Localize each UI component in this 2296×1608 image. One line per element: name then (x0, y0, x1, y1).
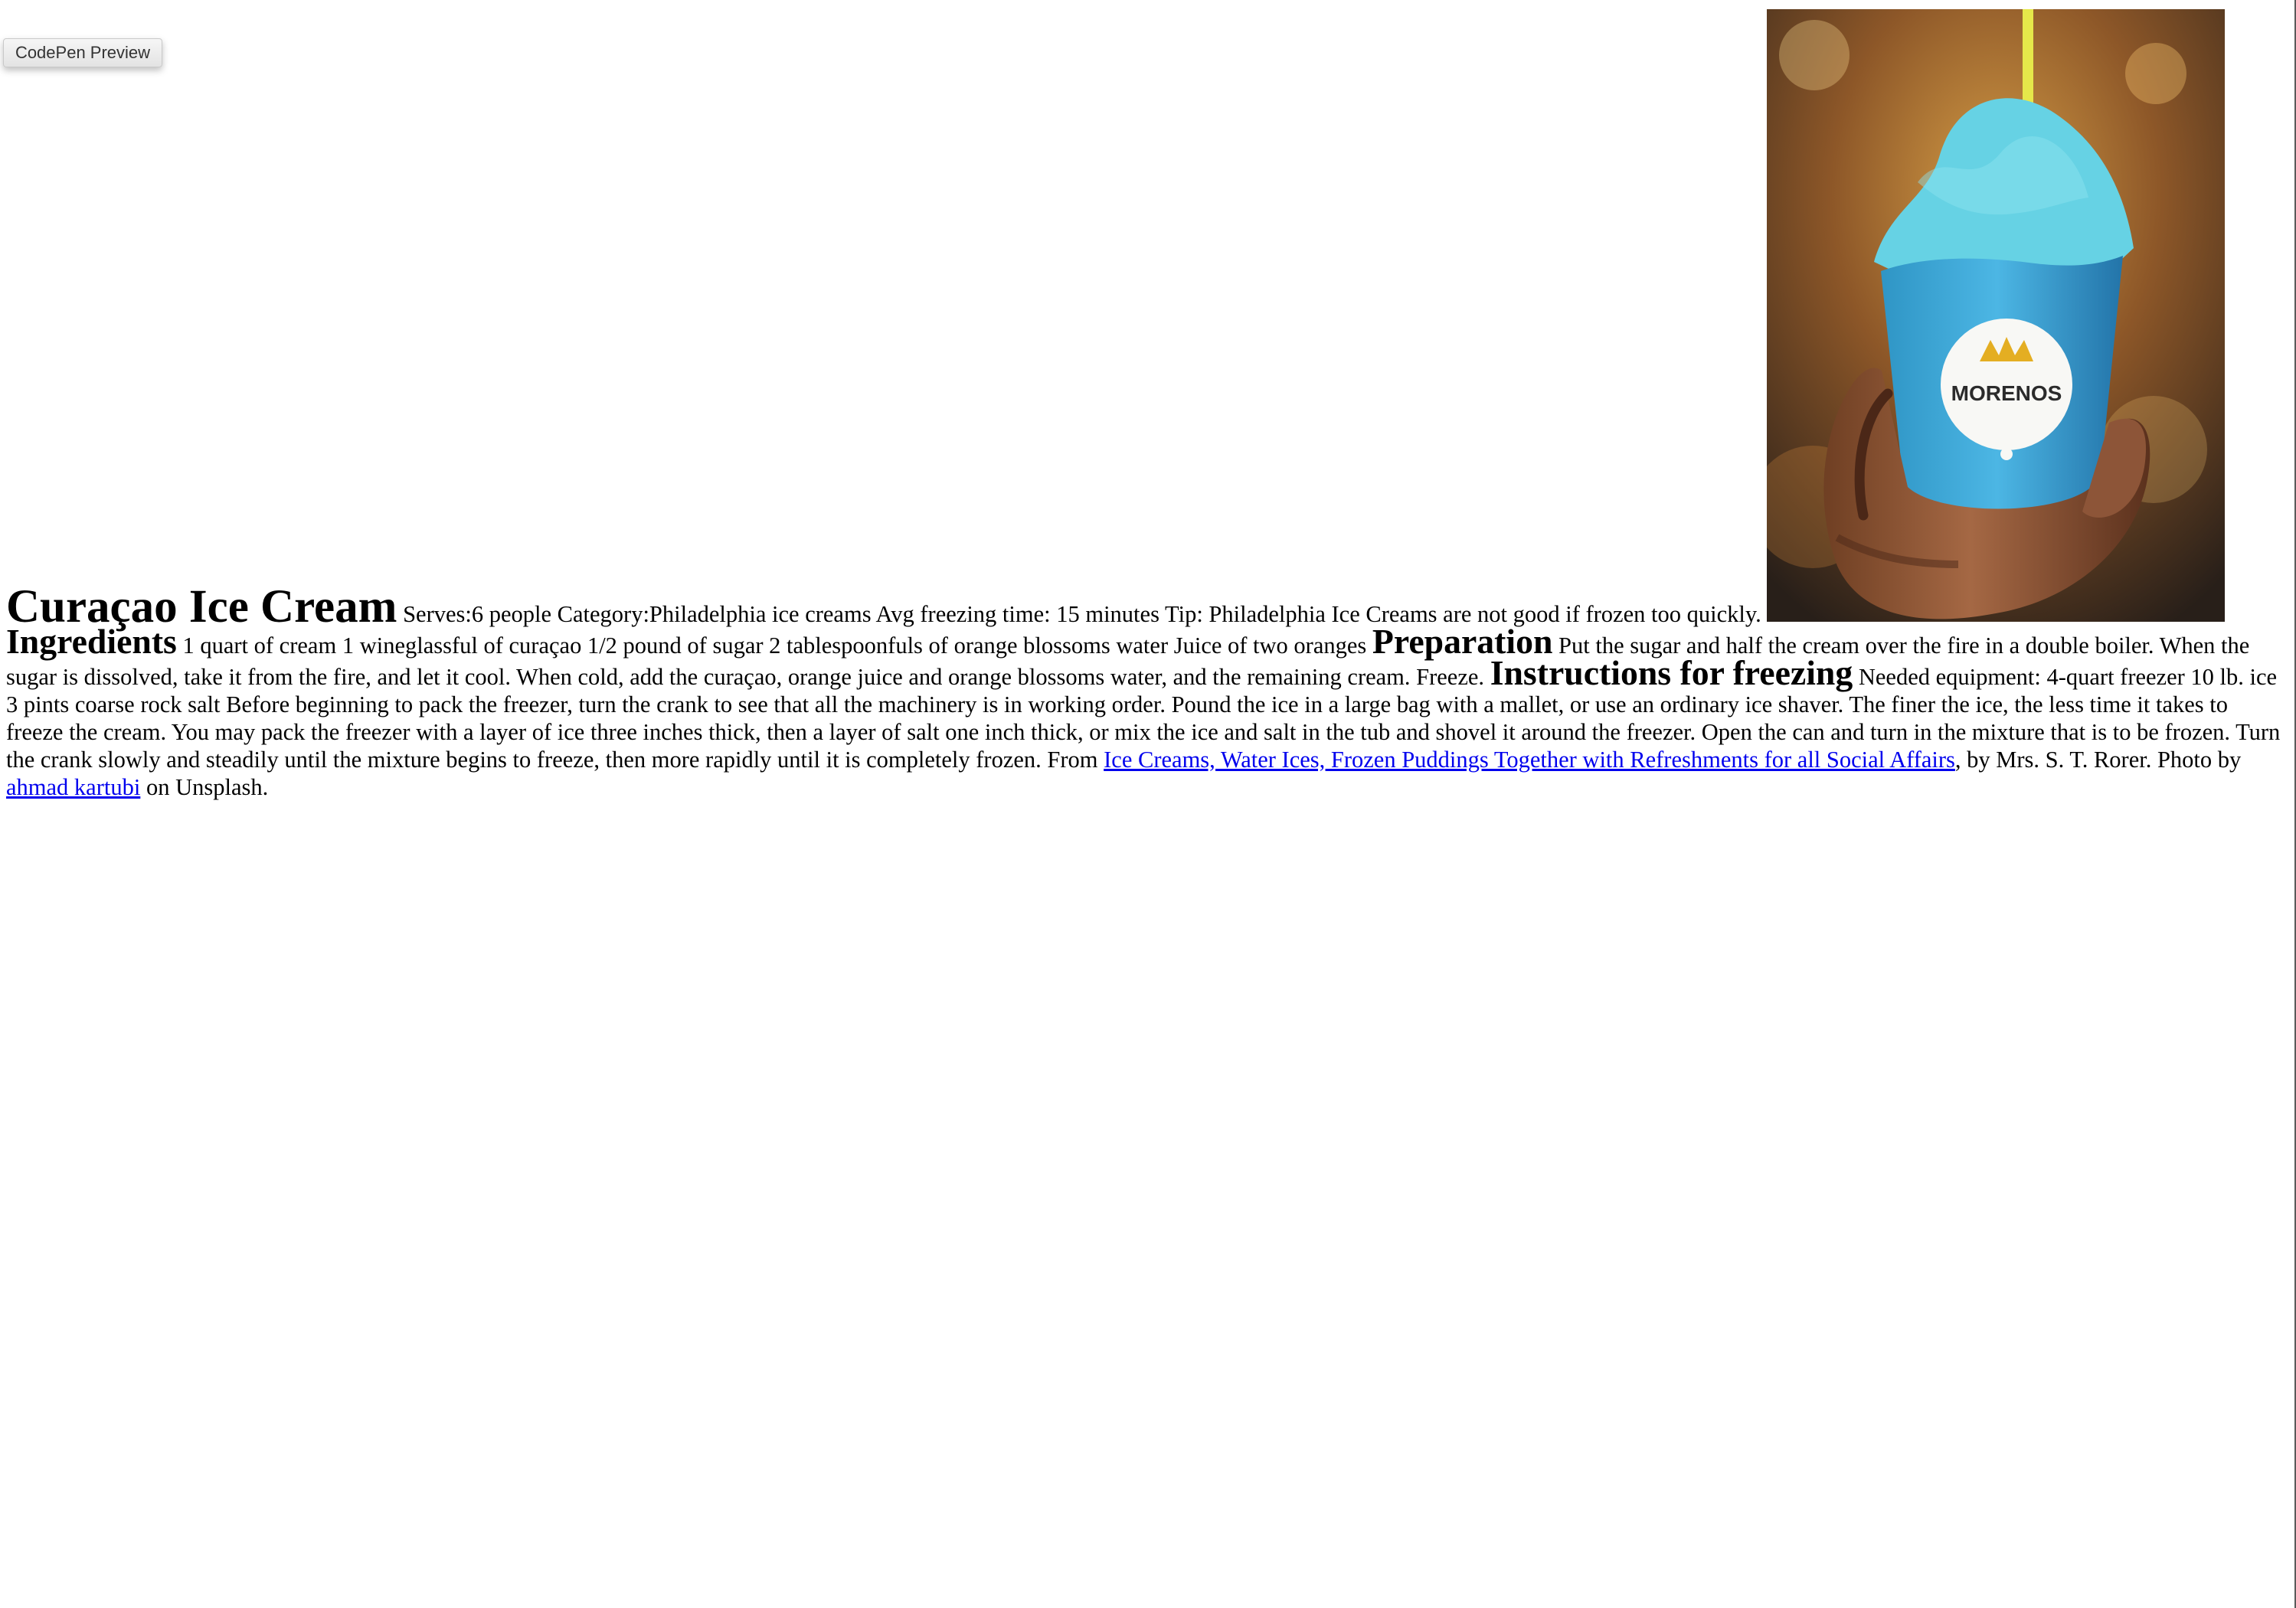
ingredient-item: 1 wineglassful of curaçao (342, 632, 582, 659)
ingredient-item: Juice of two oranges (1173, 632, 1367, 659)
recipe-freezing-time: Avg freezing time: 15 minutes (875, 601, 1159, 627)
ingredient-item: 1/2 pound of sugar (587, 632, 764, 659)
equipment-item: 10 lb. ice (2190, 664, 2278, 690)
photo-credit-prefix: Photo by (2157, 747, 2242, 773)
source-suffix: , by Mrs. S. T. Rorer. (1954, 747, 2152, 773)
ingredient-item: 1 quart of cream (182, 632, 337, 659)
ice-cream-photo: MORENOS (1767, 9, 2226, 622)
ingredient-item: 2 tablespoonfuls of orange blossoms wate… (769, 632, 1169, 659)
photographer-link[interactable]: ahmad kartubi (6, 774, 140, 800)
ice-cream-photo-illustration: MORENOS (1767, 9, 2226, 622)
equipment-item: 3 pints coarse rock salt (6, 691, 221, 717)
source-book-link[interactable]: Ice Creams, Water Ices, Frozen Puddings … (1104, 747, 1955, 773)
recipe-content: Curaçao Ice Cream Serves:6 people Catego… (6, 9, 2285, 801)
freezing-instructions-heading: Instructions for freezing (1490, 653, 1853, 692)
photo-brand-label: MORENOS (1951, 381, 2062, 405)
recipe-serves: Serves:6 people (403, 601, 552, 627)
equipment-heading: Needed equipment: (1858, 664, 2041, 690)
photo-credit-suffix: on Unsplash. (146, 774, 269, 800)
equipment-item: 4-quart freezer (2046, 664, 2185, 690)
source-prefix: From (1047, 747, 1098, 773)
ingredients-heading: Ingredients (6, 622, 177, 661)
recipe-category: Category:Philadelphia ice creams (557, 601, 872, 627)
